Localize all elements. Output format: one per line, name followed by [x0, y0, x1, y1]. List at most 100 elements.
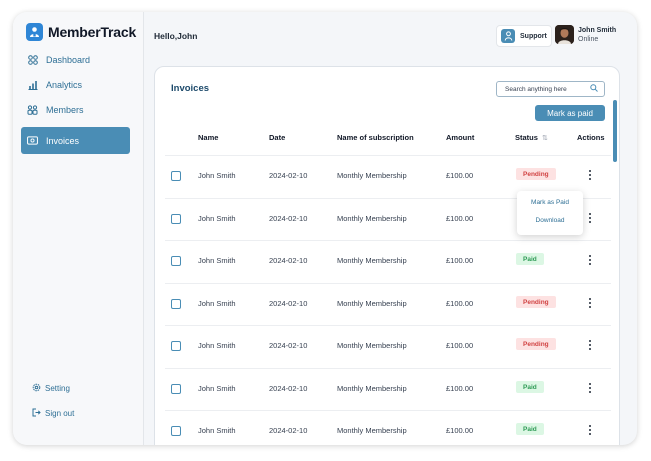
status-badge: Paid [516, 423, 544, 435]
cell-subscription: Monthly Membership [337, 384, 407, 393]
column-header-subscription[interactable]: Name of subscription [337, 133, 414, 142]
table-row: John Smith 2024-02-10 Monthly Membership £1… [165, 240, 611, 282]
sidebar: MemberTrack Dashboard Analytics Members … [13, 12, 144, 445]
column-header-date[interactable]: Date [269, 133, 285, 142]
cell-date: 2024-02-10 [269, 426, 308, 435]
sidebar-item-label: Dashboard [46, 55, 91, 65]
cell-name: John Smith [198, 299, 236, 308]
cell-subscription: Monthly Membership [337, 214, 407, 223]
support-icon [501, 29, 515, 43]
search-placeholder: Search anything here [505, 85, 567, 93]
row-actions-menu: Mark as Paid Download [517, 191, 583, 235]
user-profile[interactable]: John Smith Online [555, 25, 616, 44]
cell-date: 2024-02-10 [269, 384, 308, 393]
row-checkbox[interactable] [171, 256, 181, 266]
table-row: John Smith 2024-02-10 Monthly Membership £1… [165, 325, 611, 367]
settings-label: Setting [45, 384, 70, 393]
column-header-status[interactable]: Status ⇅ [515, 133, 548, 142]
cell-amount: £100.00 [446, 214, 474, 223]
row-checkbox[interactable] [171, 214, 181, 224]
cell-name: John Smith [198, 256, 236, 265]
cell-name: John Smith [198, 214, 236, 223]
more-actions-icon[interactable] [585, 381, 595, 395]
gear-icon [32, 383, 41, 394]
avatar [555, 25, 574, 44]
app-name: MemberTrack [48, 24, 137, 40]
mark-as-paid-button[interactable]: Mark as paid [535, 105, 605, 121]
cell-date: 2024-02-10 [269, 171, 308, 180]
search-icon [590, 84, 598, 94]
cell-date: 2024-02-10 [269, 214, 308, 223]
cell-name: John Smith [198, 341, 236, 350]
sign-out-icon [32, 408, 41, 419]
more-actions-icon[interactable] [585, 423, 595, 437]
cell-subscription: Monthly Membership [337, 256, 407, 265]
cell-name: John Smith [198, 384, 236, 393]
cell-amount: £100.00 [446, 256, 474, 265]
sidebar-item-label: Analytics [46, 80, 83, 90]
table-row: John Smith 2024-02-10 Monthly Membership £1… [165, 410, 611, 445]
table-row: John Smith 2024-02-10 Monthly Membership £1… [165, 283, 611, 325]
more-actions-icon[interactable] [585, 253, 595, 267]
grid-icon [27, 55, 38, 66]
table-row: John Smith 2024-02-10 Monthly Membership £1… [165, 368, 611, 410]
more-actions-icon[interactable] [585, 296, 595, 310]
search-input[interactable]: Search anything here [496, 81, 605, 97]
bar-chart-icon [27, 80, 38, 91]
sidebar-item-label: Invoices [46, 135, 80, 146]
column-header-actions: Actions [577, 133, 605, 142]
settings-link[interactable]: Setting [32, 383, 70, 394]
support-button[interactable]: Support [496, 25, 552, 47]
invoice-icon [27, 135, 38, 146]
cell-amount: £100.00 [446, 384, 474, 393]
support-label: Support [520, 32, 547, 40]
status-badge: Paid [516, 381, 544, 393]
status-badge: Pending [516, 296, 556, 308]
menu-item-mark-as-paid[interactable]: Mark as Paid [517, 199, 583, 206]
cell-subscription: Monthly Membership [337, 171, 407, 180]
more-actions-icon[interactable] [585, 168, 595, 182]
row-checkbox[interactable] [171, 384, 181, 394]
sidebar-item-dashboard[interactable]: Dashboard [21, 48, 130, 72]
sidebar-item-label: Members [46, 105, 84, 115]
row-checkbox[interactable] [171, 426, 181, 436]
row-checkbox[interactable] [171, 171, 181, 181]
greeting: Hello,John [154, 31, 198, 41]
menu-item-download[interactable]: Download [517, 217, 583, 224]
cell-amount: £100.00 [446, 341, 474, 350]
cell-name: John Smith [198, 426, 236, 435]
invoices-card: Invoices Search anything here Mark as pa… [154, 66, 620, 445]
cell-amount: £100.00 [446, 171, 474, 180]
cell-amount: £100.00 [446, 426, 474, 435]
user-status: Online [578, 35, 599, 43]
column-header-amount[interactable]: Amount [446, 133, 474, 142]
sort-icon[interactable]: ⇅ [542, 135, 548, 142]
cell-name: John Smith [198, 171, 236, 180]
status-badge: Paid [516, 253, 544, 265]
sign-out-link[interactable]: Sign out [32, 408, 74, 419]
invoices-title: Invoices [171, 83, 210, 94]
logo-icon [26, 23, 43, 41]
sidebar-item-analytics[interactable]: Analytics [21, 73, 130, 97]
cell-subscription: Monthly Membership [337, 341, 407, 350]
members-icon [27, 105, 38, 116]
sign-out-label: Sign out [45, 409, 75, 418]
more-actions-icon[interactable] [585, 338, 595, 352]
status-badge: Pending [516, 338, 556, 350]
cell-subscription: Monthly Membership [337, 426, 407, 435]
row-checkbox[interactable] [171, 341, 181, 351]
cell-date: 2024-02-10 [269, 299, 308, 308]
column-header-name[interactable]: Name [198, 133, 218, 142]
sidebar-item-invoices[interactable]: Invoices [21, 127, 130, 154]
logo: MemberTrack [26, 23, 136, 41]
cell-subscription: Monthly Membership [337, 299, 407, 308]
user-name: John Smith [578, 26, 617, 34]
cell-date: 2024-02-10 [269, 341, 308, 350]
column-header-status-label: Status [515, 133, 538, 142]
sidebar-item-members[interactable]: Members [21, 98, 130, 122]
more-actions-icon[interactable] [585, 211, 595, 225]
scrollbar[interactable] [613, 100, 617, 162]
status-badge: Pending [516, 168, 556, 180]
app-window: MemberTrack Dashboard Analytics Members … [13, 12, 637, 445]
row-checkbox[interactable] [171, 299, 181, 309]
